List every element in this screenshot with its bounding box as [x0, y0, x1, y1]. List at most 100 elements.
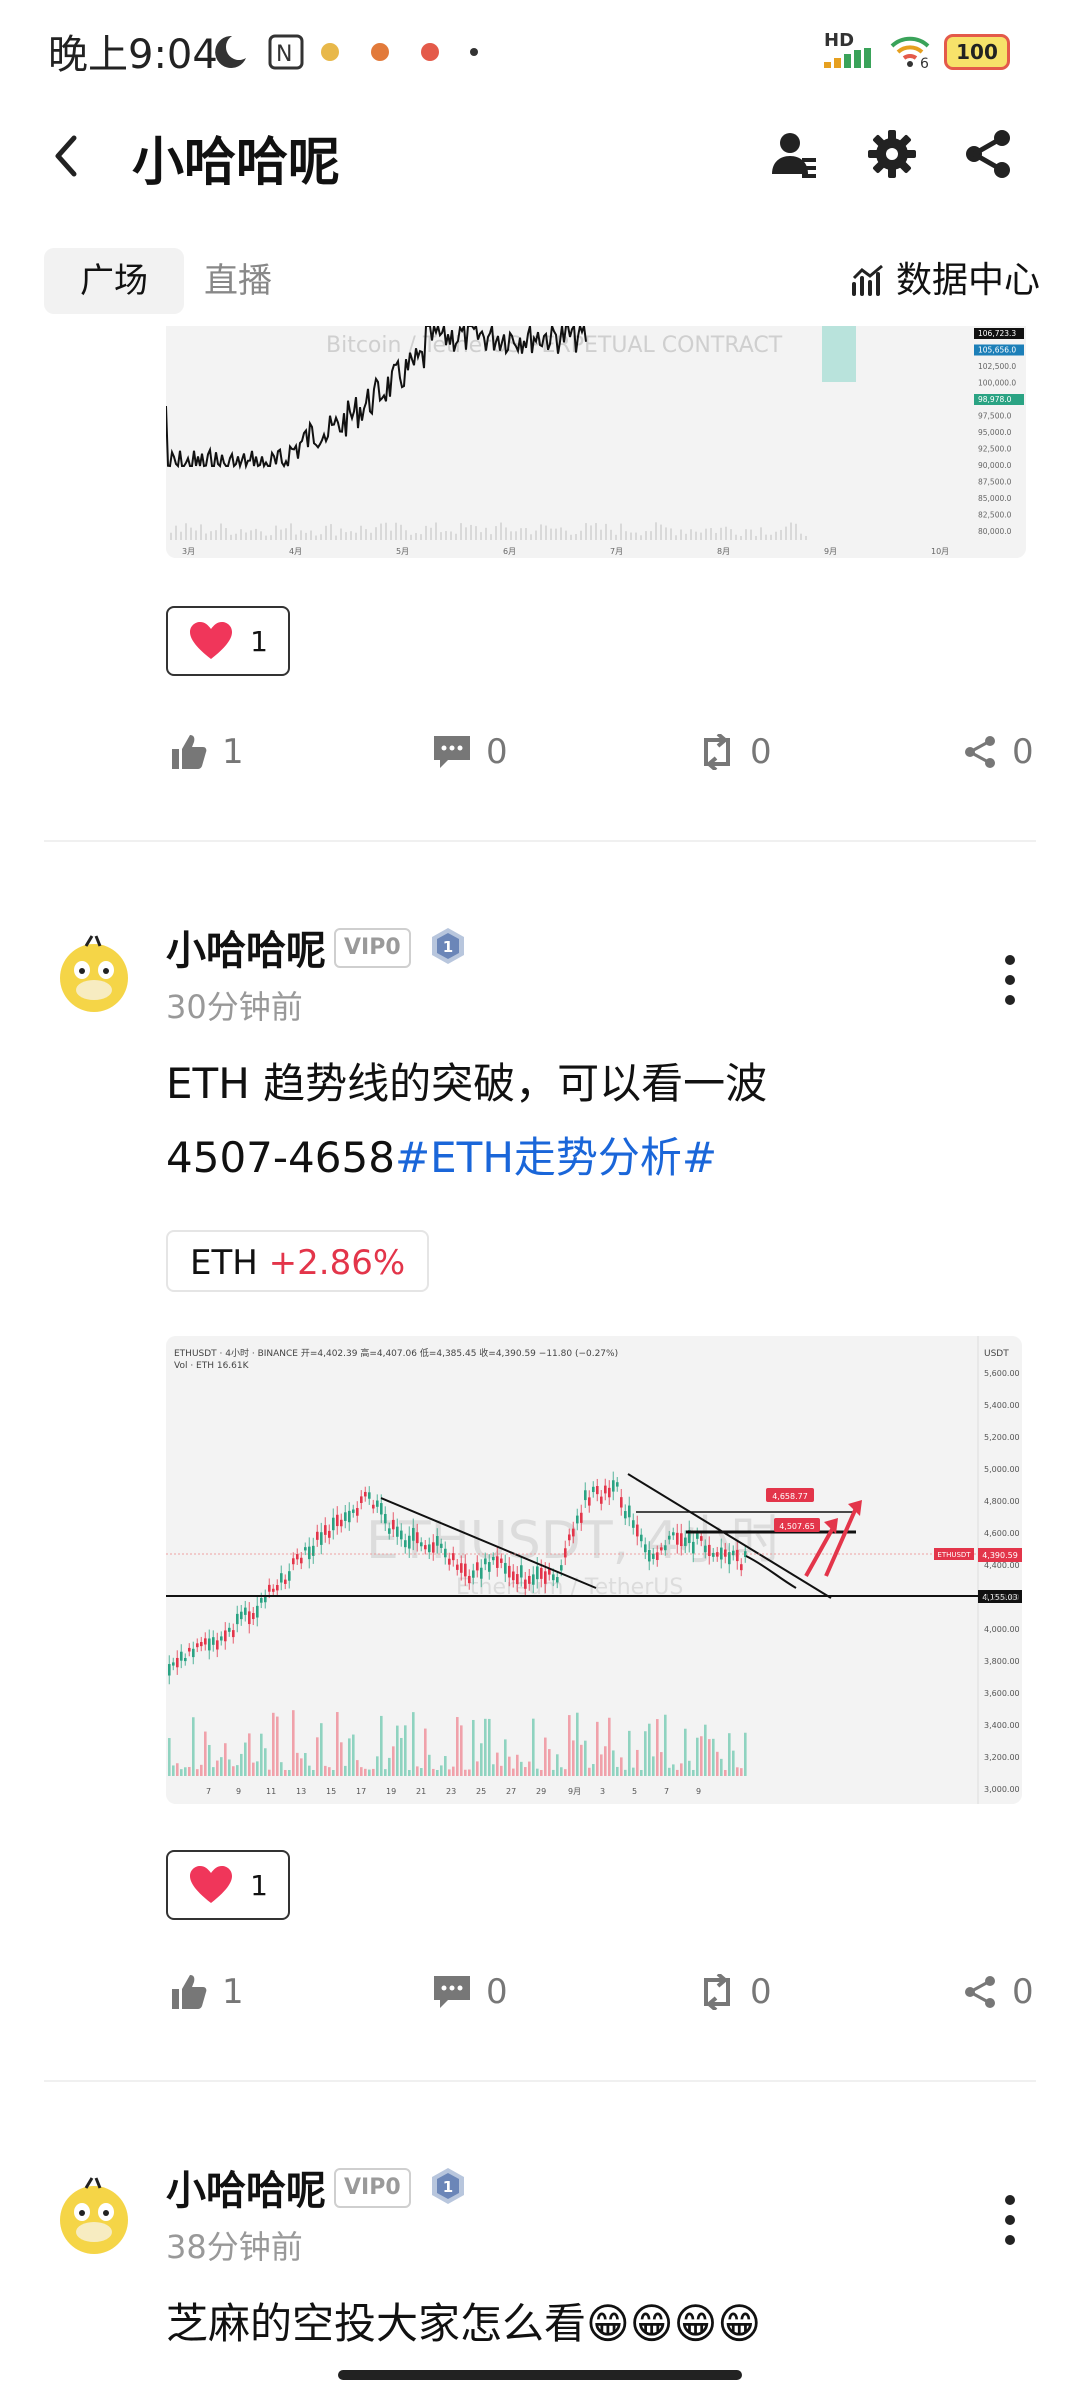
- volume-bar: [365, 529, 367, 540]
- y-tick-label: 97,500.0: [978, 412, 1012, 421]
- volume-bar: [296, 1752, 299, 1776]
- candle-body: [724, 1549, 727, 1557]
- comment-icon: [434, 736, 470, 768]
- volume-bar: [260, 1733, 263, 1776]
- candle-body: [576, 1515, 579, 1524]
- data-center-link[interactable]: 数据中心: [850, 248, 1040, 314]
- back-arrow-icon[interactable]: [48, 128, 84, 184]
- settings-gear-icon[interactable]: [864, 126, 920, 182]
- candle-body: [524, 1579, 527, 1589]
- x-tick-label: 3: [600, 1787, 605, 1796]
- like-button[interactable]: 1: [170, 1962, 244, 2022]
- volume-bar: [636, 1749, 639, 1776]
- share-post-button[interactable]: 0: [962, 1962, 1034, 2022]
- volume-bar: [570, 534, 572, 540]
- volume-bar: [755, 535, 757, 540]
- more-options-icon[interactable]: [998, 950, 1022, 1010]
- volume-bar: [390, 530, 392, 540]
- volume-bar: [350, 531, 352, 540]
- volume-bar: [292, 1710, 295, 1776]
- avatar[interactable]: [52, 930, 136, 1014]
- x-tick-label: 19: [386, 1787, 396, 1796]
- y-tick-label: 5,600.00: [984, 1369, 1020, 1378]
- volume-bar: [490, 534, 492, 540]
- candle-body: [696, 1533, 699, 1539]
- candle-body: [324, 1525, 327, 1535]
- status-time: 晚上9:04: [48, 32, 218, 78]
- y-tick-label: 92,500.0: [978, 445, 1012, 454]
- x-tick-label: 6月: [503, 547, 516, 556]
- volume-bar: [785, 526, 787, 540]
- hashtag-link[interactable]: #ETH走势分析#: [395, 1133, 717, 1182]
- like-button[interactable]: 1: [170, 722, 244, 782]
- repost-button[interactable]: 0: [698, 722, 772, 782]
- comment-button[interactable]: 0: [432, 1962, 508, 2022]
- comment-button[interactable]: 0: [432, 722, 508, 782]
- home-indicator[interactable]: [338, 2370, 742, 2380]
- candle-body: [616, 1482, 619, 1487]
- volume-bar: [400, 524, 402, 540]
- volume-bar: [290, 523, 292, 540]
- candle-body: [692, 1541, 695, 1554]
- notification-icons: N: [215, 34, 478, 70]
- volume-bar: [268, 1769, 271, 1776]
- candle-body: [656, 1552, 659, 1560]
- volume-bar: [576, 1712, 579, 1776]
- candle-body: [652, 1553, 655, 1559]
- post-author[interactable]: 小哈哈呢: [166, 2158, 326, 2216]
- volume-bar: [372, 1768, 375, 1776]
- share-icon[interactable]: [960, 126, 1016, 182]
- volume-bar: [760, 527, 762, 540]
- follow-user-icon[interactable]: [766, 126, 822, 182]
- x-tick-label: 9月: [824, 547, 837, 556]
- volume-bar: [392, 1746, 395, 1776]
- volume-bar: [195, 530, 197, 540]
- volume-bar: [344, 1765, 347, 1776]
- token-change: +2.86%: [268, 1243, 406, 1283]
- share-post-button[interactable]: 0: [962, 722, 1034, 782]
- repost-button[interactable]: 0: [698, 1962, 772, 2022]
- y-tick-label: 3,200.00: [984, 1753, 1020, 1762]
- volume-bar: [488, 1718, 491, 1776]
- candle-body: [660, 1547, 663, 1551]
- y-tick-label: 80,000.0: [978, 527, 1012, 536]
- volume-bar: [380, 523, 382, 540]
- volume-bar: [308, 1765, 311, 1776]
- volume-bar: [230, 534, 232, 540]
- x-tick-label: 5: [632, 1787, 637, 1796]
- candle-body: [492, 1556, 495, 1561]
- volume-bar: [468, 1769, 471, 1776]
- volume-bar: [360, 1767, 363, 1776]
- volume-bar: [192, 1717, 195, 1776]
- token-tag[interactable]: ETH +2.86%: [166, 1230, 430, 1292]
- post-image-eth-chart[interactable]: ETHUSDT · 4小时 · BINANCE 开=4,402.39 高=4,4…: [166, 1336, 1022, 1804]
- candle-body: [388, 1528, 391, 1534]
- volume-bar: [720, 1758, 723, 1776]
- candle-body: [680, 1533, 683, 1547]
- volume-bar: [275, 525, 277, 540]
- reaction-heart-pill[interactable]: 1: [166, 606, 290, 676]
- candle-body: [540, 1567, 543, 1579]
- volume-bar: [445, 531, 447, 540]
- candle-body: [500, 1558, 503, 1563]
- x-tick-label: 8月: [717, 547, 730, 556]
- volume-bar: [805, 535, 807, 540]
- more-options-icon[interactable]: [998, 2190, 1022, 2250]
- volume-bar: [220, 523, 222, 540]
- candle-body: [192, 1648, 195, 1658]
- volume-bar: [628, 1730, 631, 1776]
- volume-bar: [652, 1756, 655, 1776]
- post-image-btc-chart[interactable]: Bitcoin / TetherUS PERPETUAL CONTRACT 3月…: [166, 326, 1026, 558]
- candle-body: [592, 1486, 595, 1493]
- y-tick-label: 4,000.00: [984, 1625, 1020, 1634]
- x-tick-label: 7: [664, 1787, 669, 1796]
- volume-bar: [600, 529, 602, 540]
- candle-body: [304, 1547, 307, 1551]
- tab-plaza[interactable]: 广场: [44, 248, 184, 314]
- reaction-heart-pill[interactable]: 1: [166, 1850, 290, 1920]
- post-author[interactable]: 小哈哈呢: [166, 918, 326, 976]
- volume-bar: [340, 1742, 343, 1776]
- candle-body: [588, 1497, 591, 1506]
- avatar[interactable]: [52, 2172, 136, 2256]
- tab-live[interactable]: 直播: [204, 248, 272, 314]
